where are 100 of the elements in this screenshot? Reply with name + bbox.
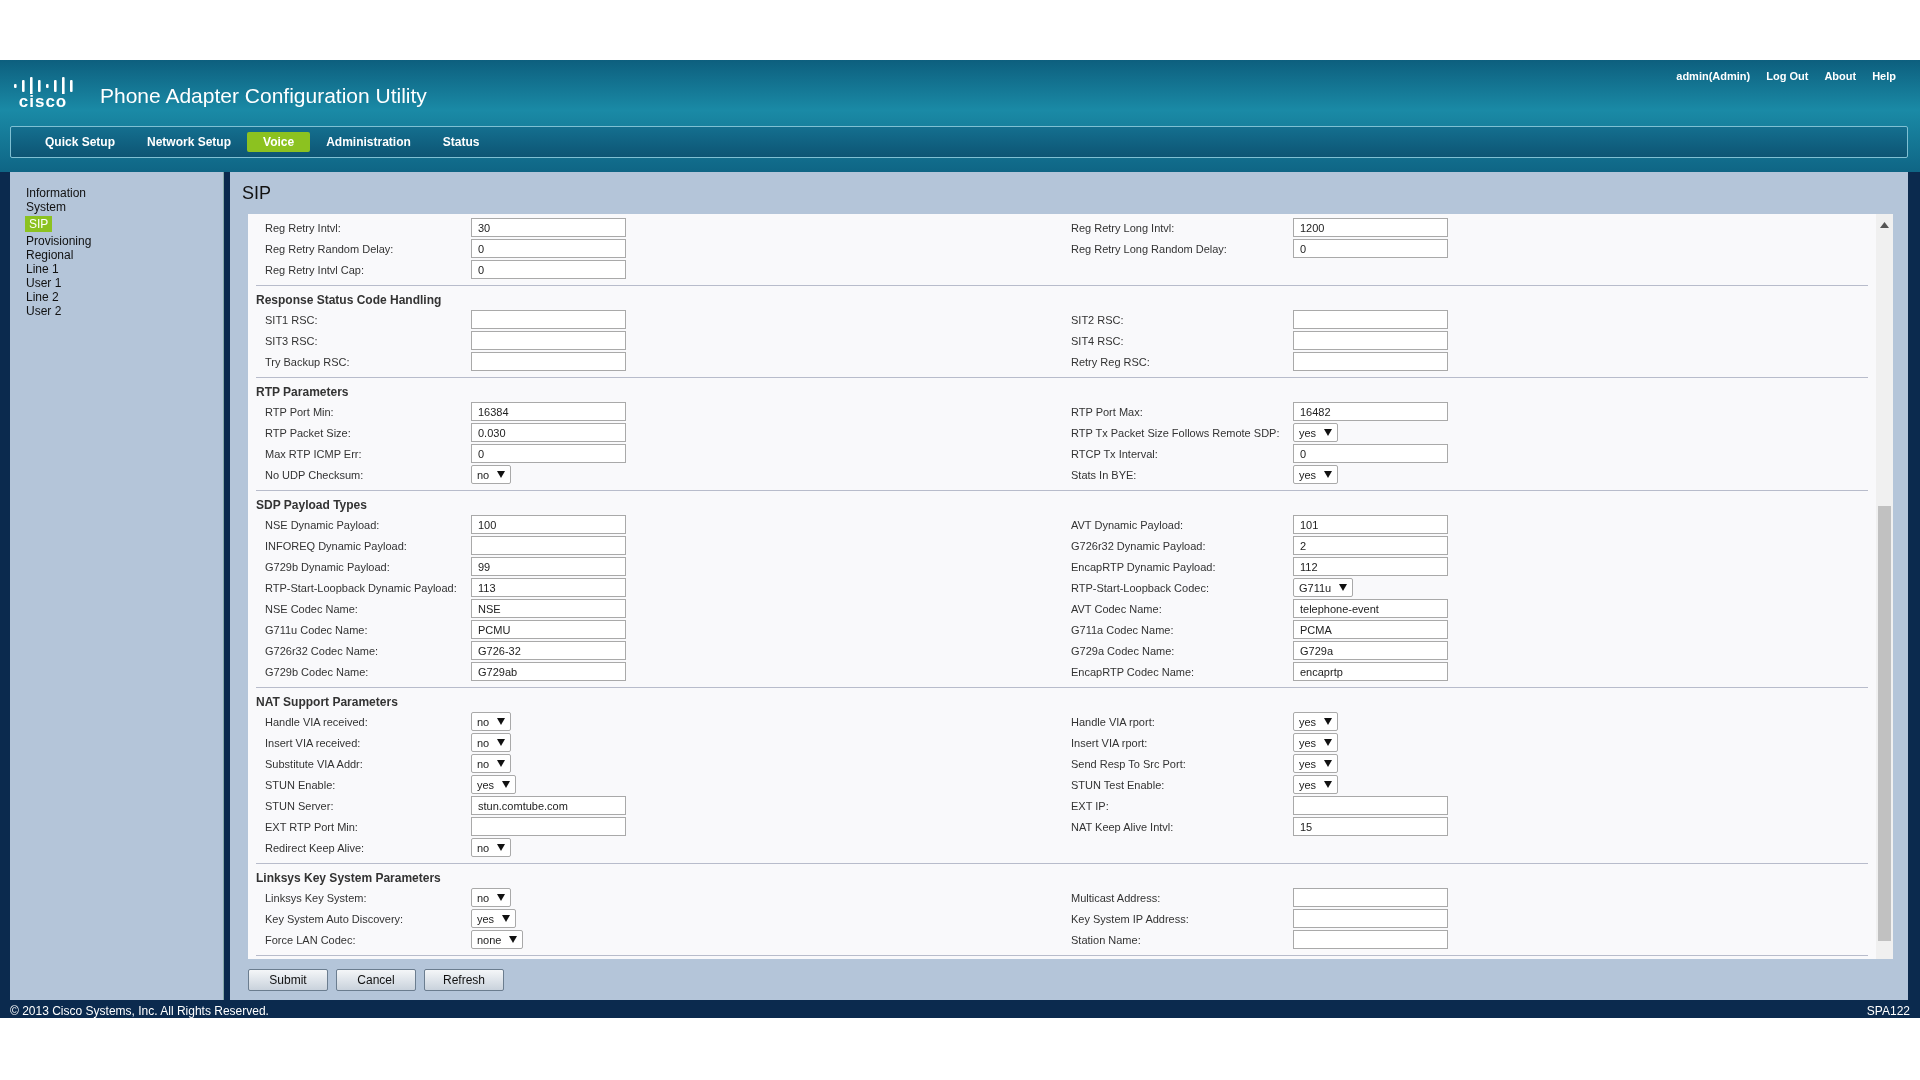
dropdown[interactable]: yes [1293,423,1339,442]
input-field[interactable]: 113 [471,578,626,597]
field-label: AVT Codec Name: [1071,602,1162,615]
input-field[interactable] [1293,796,1448,815]
input-field[interactable]: PCMA [1293,620,1448,639]
field-label: Reg Retry Intvl: [265,221,341,234]
caret-icon [509,936,518,943]
input-field[interactable]: 99 [471,557,626,576]
dropdown[interactable]: none [471,930,524,949]
input-field[interactable]: NSE [471,599,626,618]
input-field[interactable] [471,536,626,555]
caret-icon [502,915,511,922]
input-field[interactable]: 0 [471,260,626,279]
field-label: RTP-Start-Loopback Codec: [1071,581,1209,594]
dropdown[interactable]: no [471,888,512,907]
dropdown[interactable]: no [471,712,512,731]
input-field[interactable] [1293,888,1448,907]
section-title: Linksys Key System Parameters [256,870,441,887]
field-label: SIT4 RSC: [1071,334,1124,347]
input-field[interactable] [1293,331,1448,350]
nav-tab[interactable]: Status [426,132,496,152]
dropdown[interactable]: no [471,838,512,857]
dropdown[interactable]: yes [1293,754,1339,773]
nav-tab[interactable]: Network Setup [131,132,248,152]
dropdown[interactable]: no [471,465,512,484]
input-field[interactable]: G726-32 [471,641,626,660]
nav-tab[interactable]: Administration [310,132,427,152]
cisco-logo: cisco [10,76,76,110]
caret-icon [497,844,506,851]
input-field[interactable]: PCMU [471,620,626,639]
input-field[interactable]: 0 [1293,444,1448,463]
dropdown[interactable]: G711u [1293,578,1354,597]
field-label: Insert VIA received: [265,736,361,749]
header-link[interactable]: admin(Admin) [1676,70,1751,82]
header-link[interactable]: Log Out [1766,70,1809,82]
sidebar-item[interactable]: Line 1 [25,262,60,276]
field-label: G729a Codec Name: [1071,644,1175,657]
scrollbar[interactable] [1876,214,1893,959]
dropdown[interactable]: no [471,754,512,773]
input-field[interactable]: 16482 [1293,402,1448,421]
field-label: SIT3 RSC: [265,334,318,347]
section-title: SDP Payload Types [256,497,367,514]
input-field[interactable]: 0 [471,444,626,463]
sidebar-item[interactable]: Information [25,186,88,200]
input-field[interactable] [1293,310,1448,329]
copyright-text: © 2013 Cisco Systems, Inc. All Rights Reserved. [10,1004,269,1018]
dropdown[interactable]: yes [471,775,517,794]
input-field[interactable] [471,331,626,350]
form-button[interactable]: Refresh [424,969,504,991]
field-label: Max RTP ICMP Err: [265,447,362,460]
dropdown[interactable]: yes [1293,465,1339,484]
field-label: Reg Retry Random Delay: [265,242,394,255]
sidebar-item[interactable]: Line 2 [25,290,60,304]
dropdown[interactable]: yes [1293,775,1339,794]
input-field[interactable]: G729ab [471,662,626,681]
input-field[interactable]: 0 [471,239,626,258]
field-label: STUN Enable: [265,778,336,791]
sidebar-item[interactable]: Provisioning [25,234,93,248]
input-field[interactable] [471,310,626,329]
field-label: INFOREQ Dynamic Payload: [265,539,407,552]
field-label: No UDP Checksum: [265,468,364,481]
sidebar-item[interactable]: System [25,200,67,214]
page-title: SIP [242,182,271,205]
input-field[interactable]: stun.comtube.com [471,796,626,815]
input-field[interactable] [1293,352,1448,371]
input-field[interactable] [1293,909,1448,928]
caret-icon [1324,429,1333,436]
input-field[interactable] [471,352,626,371]
input-field[interactable]: 16384 [471,402,626,421]
input-field[interactable]: 2 [1293,536,1448,555]
form-button[interactable]: Submit [248,969,328,991]
dropdown[interactable]: yes [1293,712,1339,731]
nav-tab[interactable]: Quick Setup [29,132,131,152]
input-field[interactable] [1293,930,1448,949]
input-field[interactable]: 0.030 [471,423,626,442]
field-label: G726r32 Dynamic Payload: [1071,539,1206,552]
input-field[interactable]: G729a [1293,641,1448,660]
scroll-up-icon[interactable] [1880,222,1889,228]
input-field[interactable]: 15 [1293,817,1448,836]
header-link[interactable]: Help [1872,70,1896,82]
input-field[interactable]: 100 [471,515,626,534]
dropdown[interactable]: no [471,733,512,752]
input-field[interactable]: 112 [1293,557,1448,576]
dropdown[interactable]: yes [471,909,517,928]
input-field[interactable]: telephone-event [1293,599,1448,618]
input-field[interactable] [471,817,626,836]
input-field[interactable]: 1200 [1293,218,1448,237]
input-field[interactable]: encaprtp [1293,662,1448,681]
sidebar-item[interactable]: Regional [25,248,75,262]
sidebar-item[interactable]: User 2 [25,304,63,318]
sidebar-item[interactable]: User 1 [25,276,63,290]
input-field[interactable]: 101 [1293,515,1448,534]
field-label: Insert VIA rport: [1071,736,1148,749]
caret-icon [502,781,511,788]
field-label: EXT IP: [1071,799,1109,812]
form-button[interactable]: Cancel [336,969,416,991]
header-link[interactable]: About [1824,70,1857,82]
input-field[interactable]: 0 [1293,239,1448,258]
input-field[interactable]: 30 [471,218,626,237]
dropdown[interactable]: yes [1293,733,1339,752]
